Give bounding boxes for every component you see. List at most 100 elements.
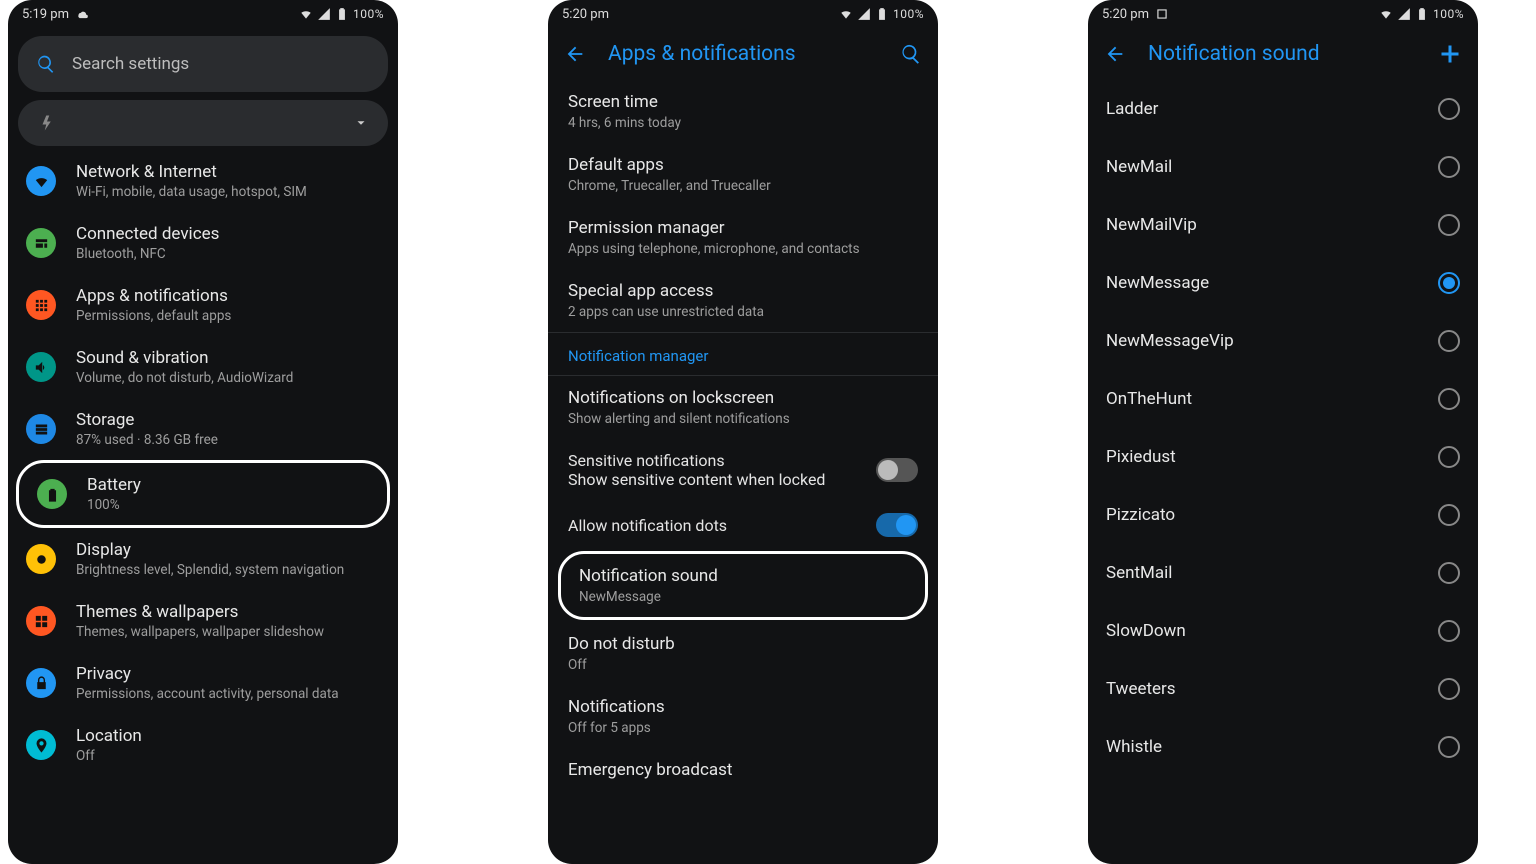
sound-option[interactable]: Ladder	[1088, 80, 1478, 138]
volume-icon	[26, 352, 56, 382]
settings-item-location[interactable]: Location Off	[8, 714, 398, 776]
devices-icon	[26, 228, 56, 258]
notifications[interactable]: Notifications Off for 5 apps	[548, 685, 938, 748]
radio-button[interactable]	[1438, 504, 1460, 526]
settings-item-wifi[interactable]: Network & Internet Wi-Fi, mobile, data u…	[8, 150, 398, 212]
radio-button[interactable]	[1438, 620, 1460, 642]
sound-option[interactable]: SentMail	[1088, 544, 1478, 602]
radio-button[interactable]	[1438, 388, 1460, 410]
radio-button[interactable]	[1438, 272, 1460, 294]
notification-sound-highlight: Notification sound NewMessage	[558, 551, 928, 620]
bolt-off-icon	[38, 114, 56, 132]
search-icon[interactable]	[900, 43, 922, 65]
radio-button[interactable]	[1438, 446, 1460, 468]
back-icon[interactable]	[564, 43, 586, 65]
signal-icon	[317, 7, 331, 21]
header-title: Apps & notifications	[608, 42, 878, 66]
settings-row[interactable]: Special app access2 apps can use unrestr…	[548, 269, 938, 332]
sound-option[interactable]: OnTheHunt	[1088, 370, 1478, 428]
status-time: 5:19 pm	[22, 7, 69, 22]
radio-button[interactable]	[1438, 214, 1460, 236]
sound-label: Pixiedust	[1106, 447, 1176, 467]
sound-option[interactable]: Pixiedust	[1088, 428, 1478, 486]
radio-button[interactable]	[1438, 156, 1460, 178]
item-title: Battery	[87, 475, 141, 495]
status-bar: 5:20 pm 100%	[548, 0, 938, 28]
back-icon[interactable]	[1104, 43, 1126, 65]
radio-button[interactable]	[1438, 98, 1460, 120]
sound-label: SentMail	[1106, 563, 1172, 583]
search-settings[interactable]: Search settings	[18, 36, 388, 92]
notification-sound[interactable]: Notification sound NewMessage	[569, 558, 917, 613]
screenshot-icon	[1155, 7, 1169, 21]
settings-item-display[interactable]: Display Brightness level, Splendid, syst…	[8, 528, 398, 590]
quick-toggle-row[interactable]	[18, 100, 388, 146]
settings-item-battery[interactable]: Battery 100%	[29, 471, 377, 517]
radio-button[interactable]	[1438, 736, 1460, 758]
radio-button[interactable]	[1438, 678, 1460, 700]
battery-icon	[875, 7, 889, 21]
signal-icon	[857, 7, 871, 21]
item-title: Storage	[76, 410, 218, 430]
battery-icon	[1415, 7, 1429, 21]
item-subtitle: 87% used · 8.36 GB free	[76, 432, 218, 448]
settings-row[interactable]: Screen time4 hrs, 6 mins today	[548, 80, 938, 143]
settings-item-themes[interactable]: Themes & wallpapers Themes, wallpapers, …	[8, 590, 398, 652]
search-placeholder: Search settings	[72, 54, 189, 74]
status-time: 5:20 pm	[562, 7, 609, 22]
phone-notification-sound: 5:20 pm 100% Notification sound Ladder N…	[1088, 0, 1478, 864]
item-subtitle: Wi-Fi, mobile, data usage, hotspot, SIM	[76, 184, 307, 200]
sound-option[interactable]: NewMessageVip	[1088, 312, 1478, 370]
add-icon[interactable]	[1438, 42, 1462, 66]
toggle-switch[interactable]	[876, 458, 918, 482]
sound-label: NewMessageVip	[1106, 331, 1234, 351]
do-not-disturb[interactable]: Do not disturb Off	[548, 622, 938, 685]
item-title: Apps & notifications	[76, 286, 231, 306]
location-icon	[26, 730, 56, 760]
settings-row[interactable]: Permission managerApps using telephone, …	[548, 206, 938, 269]
radio-button[interactable]	[1438, 330, 1460, 352]
sound-option[interactable]: NewMailVip	[1088, 196, 1478, 254]
phone-apps-notifications: 5:20 pm 100% Apps & notifications Screen…	[548, 0, 938, 864]
allow-notification-dots[interactable]: Allow notification dots	[548, 501, 938, 549]
sound-option[interactable]: Tweeters	[1088, 660, 1478, 718]
settings-row[interactable]: Default appsChrome, Truecaller, and True…	[548, 143, 938, 206]
item-subtitle: Volume, do not disturb, AudioWizard	[76, 370, 293, 386]
weather-icon	[75, 7, 89, 21]
item-title: Themes & wallpapers	[76, 602, 324, 622]
sound-label: Pizzicato	[1106, 505, 1175, 525]
sound-label: OnTheHunt	[1106, 389, 1192, 409]
settings-item-apps[interactable]: Apps & notifications Permissions, defaul…	[8, 274, 398, 336]
emergency-broadcast[interactable]: Emergency broadcast	[548, 748, 938, 792]
sound-option[interactable]: SlowDown	[1088, 602, 1478, 660]
signal-icon	[1397, 7, 1411, 21]
notification-manager-link[interactable]: Notification manager	[548, 332, 938, 376]
lockscreen-notifications[interactable]: Notifications on lockscreen Show alertin…	[548, 376, 938, 439]
wifi-icon	[839, 7, 853, 21]
item-title: Location	[76, 726, 142, 746]
settings-item-privacy[interactable]: Privacy Permissions, account activity, p…	[8, 652, 398, 714]
sound-option[interactable]: NewMessage	[1088, 254, 1478, 312]
search-icon	[36, 54, 56, 74]
item-subtitle: 100%	[87, 497, 141, 513]
battery-highlight: Battery 100%	[16, 460, 390, 528]
battery-pct: 100%	[353, 7, 384, 21]
sound-option[interactable]: Whistle	[1088, 718, 1478, 776]
sound-label: Tweeters	[1106, 679, 1176, 699]
wifi-icon	[299, 7, 313, 21]
sound-option[interactable]: Pizzicato	[1088, 486, 1478, 544]
radio-button[interactable]	[1438, 562, 1460, 584]
chevron-down-icon	[354, 116, 368, 130]
settings-item-storage[interactable]: Storage 87% used · 8.36 GB free	[8, 398, 398, 460]
battery-pct: 100%	[893, 7, 924, 21]
sound-option[interactable]: NewMail	[1088, 138, 1478, 196]
sensitive-notifications[interactable]: Sensitive notifications Show sensitive c…	[548, 439, 938, 501]
item-title: Sound & vibration	[76, 348, 293, 368]
battery-icon	[37, 479, 67, 509]
settings-item-devices[interactable]: Connected devices Bluetooth, NFC	[8, 212, 398, 274]
item-subtitle: Themes, wallpapers, wallpaper slideshow	[76, 624, 324, 640]
toggle-switch[interactable]	[876, 513, 918, 537]
wifi-icon	[26, 166, 56, 196]
sound-label: SlowDown	[1106, 621, 1186, 641]
settings-item-volume[interactable]: Sound & vibration Volume, do not disturb…	[8, 336, 398, 398]
